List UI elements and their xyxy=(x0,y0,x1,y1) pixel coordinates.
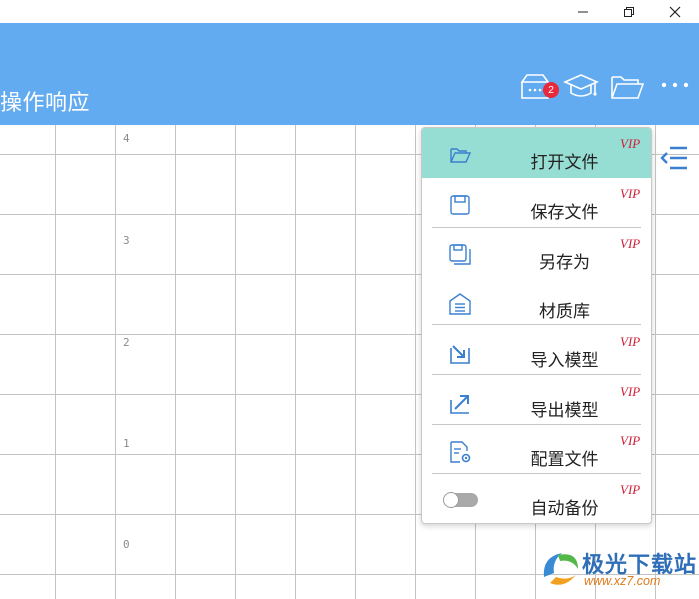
menu-item-label: 导出模型 xyxy=(530,401,599,421)
grid-line xyxy=(355,125,356,599)
menu-item-label: 保存文件 xyxy=(530,203,599,223)
grid-line xyxy=(55,125,56,599)
watermark-url: www.xz7.com xyxy=(584,574,661,588)
collapse-menu-icon xyxy=(660,146,687,170)
page-title: 操作响应 xyxy=(0,91,91,116)
menu-item-label: 打开文件 xyxy=(530,153,599,173)
grid-line xyxy=(415,125,416,599)
close-button[interactable] xyxy=(652,0,698,23)
collapse-menu-button[interactable] xyxy=(660,143,690,173)
watermark-logo-icon xyxy=(543,553,578,585)
menu-item-material-library[interactable]: 材质库 xyxy=(422,277,651,327)
menu-item-import-model[interactable]: 导入模型 VIP xyxy=(422,326,651,376)
window-title-bar xyxy=(0,0,699,23)
y-axis-label: 2 xyxy=(123,336,130,349)
minimize-icon xyxy=(578,11,588,12)
vip-badge: VIP xyxy=(620,384,641,399)
menu-item-open-file[interactable]: 打开文件 VIP xyxy=(422,128,651,178)
courses-button[interactable] xyxy=(563,71,599,101)
grid-line xyxy=(295,125,296,599)
restore-button[interactable] xyxy=(606,0,652,23)
restore-icon xyxy=(624,6,634,17)
vip-badge: VIP xyxy=(620,136,641,151)
y-axis-label: 4 xyxy=(123,132,130,145)
grid-line xyxy=(235,125,236,599)
y-axis-label: 0 xyxy=(123,538,130,551)
vip-badge: VIP xyxy=(620,482,641,497)
more-icon xyxy=(661,82,689,88)
menu-item-auto-backup[interactable]: 自动备份 VIP xyxy=(422,474,651,523)
menu-separator xyxy=(432,374,641,375)
menu-item-label: 自动备份 xyxy=(530,499,599,519)
site-watermark: 极光下载站 www.xz7.com xyxy=(538,545,698,595)
grid-line xyxy=(655,125,656,599)
menu-item-export-model[interactable]: 导出模型 VIP xyxy=(422,376,651,426)
folder-icon xyxy=(611,76,645,99)
menu-item-config-file[interactable]: 配置文件 VIP xyxy=(422,425,651,475)
vip-badge: VIP xyxy=(620,334,641,349)
y-axis-label: 3 xyxy=(123,234,130,247)
graduation-cap-icon xyxy=(563,74,599,97)
minimize-button[interactable] xyxy=(560,0,606,23)
menu-item-label: 导入模型 xyxy=(530,351,599,371)
grid-line xyxy=(115,125,116,599)
menu-item-label: 另存为 xyxy=(539,253,590,273)
vip-badge: VIP xyxy=(620,236,641,251)
y-axis-label: 1 xyxy=(123,437,130,450)
menu-item-label: 配置文件 xyxy=(530,450,599,470)
folder-button[interactable] xyxy=(609,71,645,101)
close-icon xyxy=(669,6,681,17)
app-header: 操作响应 2 xyxy=(0,23,699,125)
menu-item-save-as[interactable]: 另存为 VIP xyxy=(422,228,651,278)
menu-item-label: 材质库 xyxy=(539,302,590,322)
more-button[interactable] xyxy=(658,75,692,95)
menu-separator xyxy=(432,324,641,325)
vip-badge: VIP xyxy=(620,186,641,201)
file-menu: 打开文件 VIP 保存文件 VIP 另存为 VIP 材质库 导入模型 VIP 导… xyxy=(421,127,652,524)
vip-badge: VIP xyxy=(620,433,641,448)
grid-line xyxy=(175,125,176,599)
notification-badge: 2 xyxy=(543,82,559,98)
menu-item-save-file[interactable]: 保存文件 VIP xyxy=(422,178,651,228)
